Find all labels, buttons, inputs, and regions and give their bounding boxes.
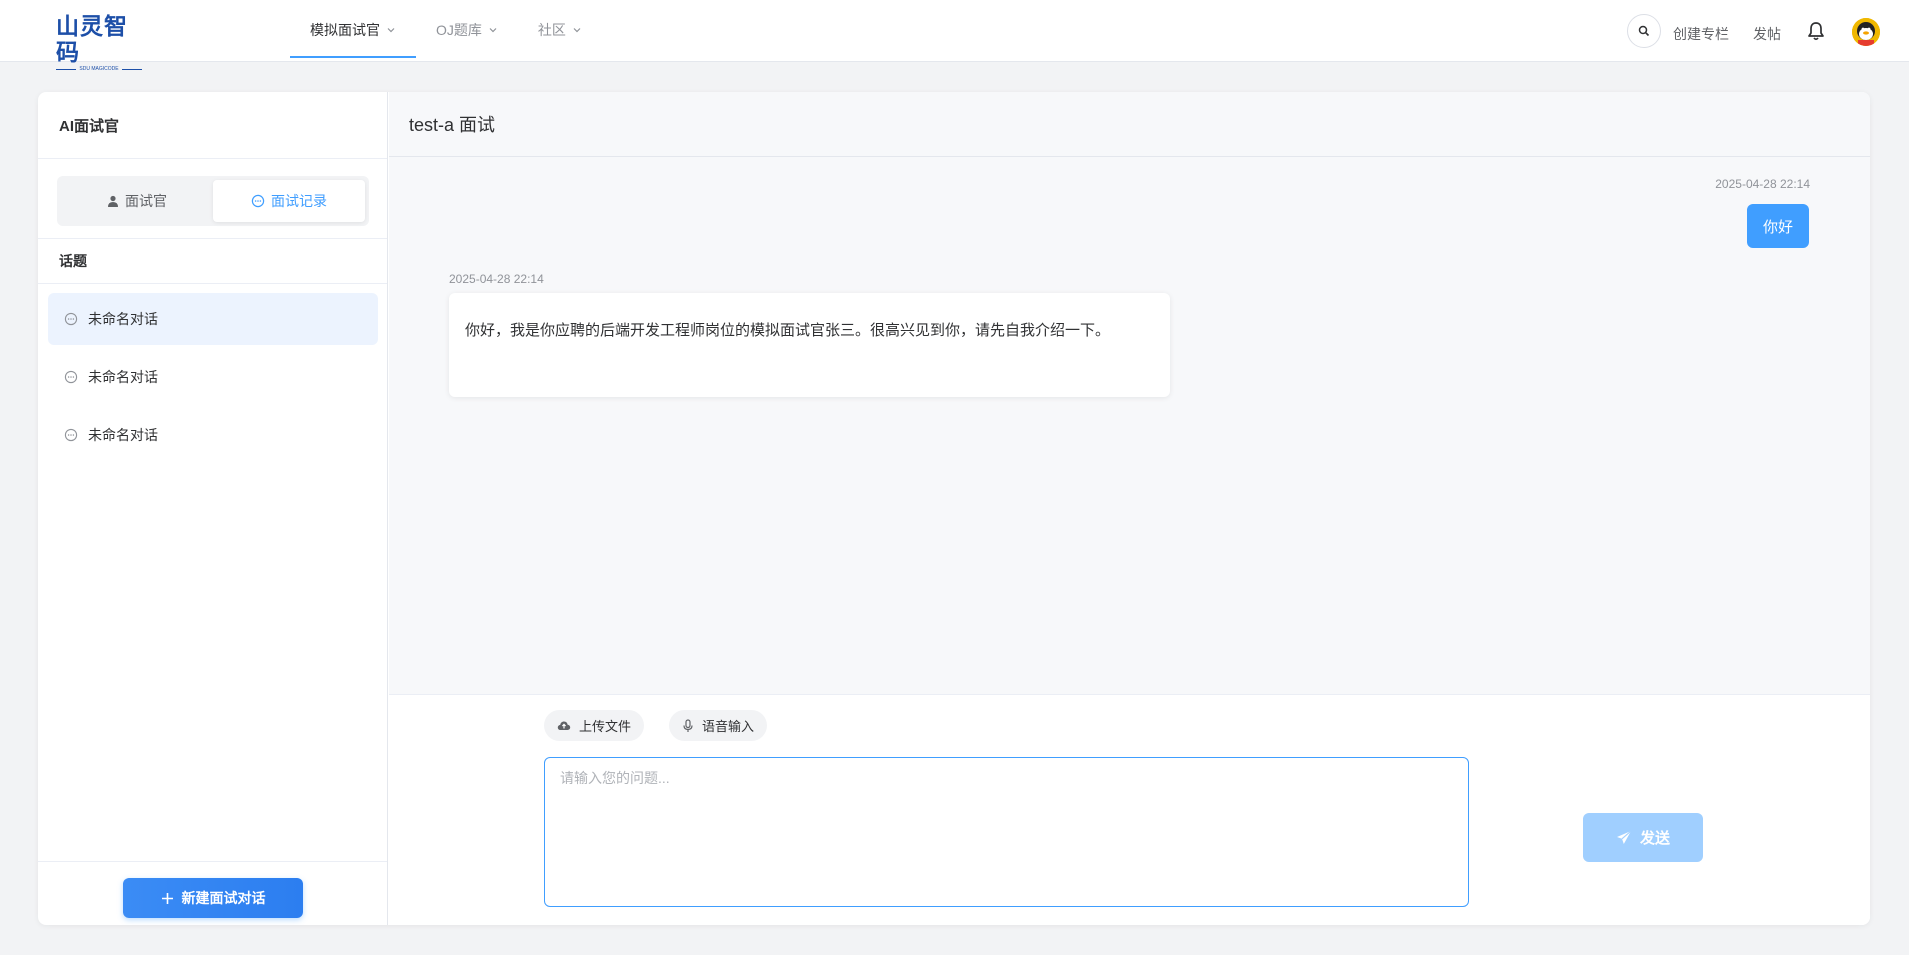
voice-input-label: 语音输入 (702, 719, 755, 734)
sidebar: AI面试官 面试官 面试记录 话题 未命名对话 未命名对话 未命名对话 新建面试… (38, 92, 388, 925)
brand-tagline: SDU MAGICODE (79, 66, 119, 72)
voice-input-button[interactable]: 语音输入 (669, 710, 768, 741)
search-button[interactable] (1627, 14, 1661, 48)
question-input[interactable] (544, 757, 1469, 907)
sidebar-title: AI面试官 (38, 92, 387, 159)
nav-tab-oj-problems[interactable]: OJ题库 (416, 0, 518, 60)
brand-tagline-row: SDU MAGICODE (56, 66, 143, 72)
send-label: 发送 (1639, 830, 1670, 847)
conversation-label: 未命名对话 (88, 311, 158, 327)
new-interview-label: 新建面试对话 (181, 890, 266, 906)
chat-bubble-icon (64, 428, 78, 442)
bell-icon[interactable] (1805, 20, 1827, 42)
chat-bubble-icon (64, 370, 78, 384)
user-icon (108, 195, 118, 207)
chevron-down-icon (387, 28, 395, 33)
upload-file-label: 上传文件 (579, 719, 632, 734)
send-button[interactable]: 发送 (1583, 813, 1703, 862)
conversation-item[interactable]: 未命名对话 (48, 409, 378, 461)
chevron-down-icon (573, 28, 581, 33)
conversation-label: 未命名对话 (88, 427, 158, 443)
chat-bubble-icon (251, 194, 265, 208)
brand-logo[interactable]: 山灵智码 SDU MAGICODE (56, 14, 143, 72)
sidebar-segmented-control: 面试官 面试记录 (57, 176, 369, 226)
avatar-image (1852, 18, 1880, 46)
brand-name: 山灵智码 (56, 14, 128, 66)
new-interview-button[interactable]: 新建面试对话 (123, 878, 303, 918)
avatar[interactable] (1852, 18, 1880, 46)
message-timestamp: 2025-04-28 22:14 (449, 272, 544, 286)
conversation-list: 未命名对话 未命名对话 未命名对话 (48, 293, 378, 467)
chat-panel: test-a 面试 2025-04-28 22:14 你好 2025-04-28… (389, 92, 1870, 925)
nav-tab-label: OJ题库 (436, 22, 482, 38)
topic-header: 话题 (38, 238, 387, 284)
nav-tab-mock-interviewer[interactable]: 模拟面试官 (290, 0, 416, 60)
message-list: 2025-04-28 22:14 你好 2025-04-28 22:14 你好，… (389, 157, 1870, 694)
upload-file-button[interactable]: 上传文件 (544, 710, 645, 741)
sidebar-footer: 新建面试对话 (38, 861, 387, 925)
chevron-down-icon (489, 28, 497, 33)
post-link[interactable]: 发帖 (1753, 24, 1781, 44)
segment-interviewer[interactable]: 面试官 (61, 180, 213, 222)
chat-bubble-icon (64, 312, 78, 326)
microphone-icon (683, 718, 693, 732)
create-column-link[interactable]: 创建专栏 (1673, 24, 1729, 44)
paper-plane-icon (1616, 830, 1632, 844)
segment-label: 面试官 (125, 193, 167, 209)
nav-tab-label: 社区 (537, 22, 566, 38)
search-icon (1638, 25, 1650, 37)
message-timestamp: 2025-04-28 22:14 (1715, 177, 1810, 191)
nav-tab-label: 模拟面试官 (310, 22, 380, 38)
segment-interview-records[interactable]: 面试记录 (213, 180, 365, 222)
user-message-bubble: 你好 (1746, 204, 1809, 248)
cloud-upload-icon (557, 721, 571, 730)
message-composer: 上传文件 语音输入 发送 (389, 694, 1870, 925)
main-nav: 模拟面试官 OJ题库 社区 (290, 0, 602, 62)
nav-tab-community[interactable]: 社区 (518, 0, 602, 60)
interview-card: AI面试官 面试官 面试记录 话题 未命名对话 未命名对话 未命名对话 新建面试… (38, 92, 1870, 925)
plus-icon (161, 892, 173, 904)
conversation-item[interactable]: 未命名对话 (48, 351, 378, 403)
chat-title: test-a 面试 (389, 92, 1870, 157)
top-navbar: 山灵智码 SDU MAGICODE 模拟面试官 OJ题库 社区 创建专栏 发帖 (0, 0, 1909, 72)
conversation-label: 未命名对话 (88, 369, 158, 385)
segment-label: 面试记录 (271, 193, 327, 209)
conversation-item[interactable]: 未命名对话 (48, 293, 378, 345)
assistant-message-bubble: 你好，我是你应聘的后端开发工程师岗位的模拟面试官张三。很高兴见到你，请先自我介绍… (449, 293, 1170, 397)
